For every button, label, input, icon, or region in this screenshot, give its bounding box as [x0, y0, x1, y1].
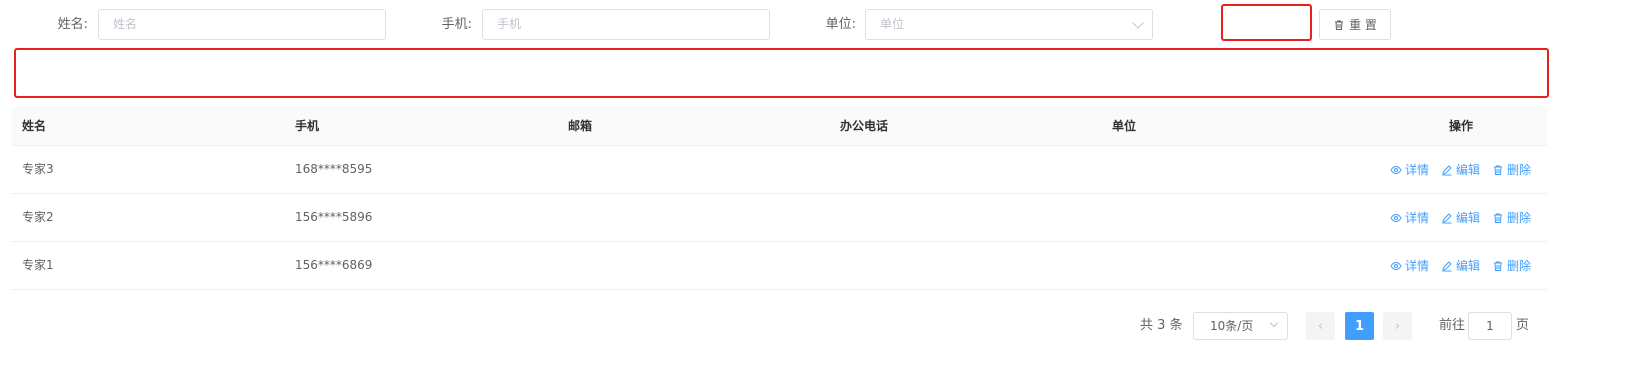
trash-icon	[1493, 165, 1502, 175]
detail-label: 详情	[1404, 211, 1429, 225]
table-body: 专家3 168****8595 详情 编辑 删除 专家2 156****5896 详情 编辑 删除…	[12, 146, 1547, 290]
detail-button[interactable]: 详情	[1390, 209, 1429, 226]
expert-table: 姓名 手机 邮箱 办公电话 单位 操作 专家3 168****8595 详情 编辑 删除…	[12, 107, 1547, 290]
trash-icon	[1335, 20, 1344, 30]
reset-label: 重 置	[1349, 18, 1377, 32]
row-actions: 详情 编辑 删除	[1390, 194, 1531, 241]
delete-label: 删除	[1506, 211, 1531, 225]
phone-label: 手机:	[441, 17, 472, 32]
trash-icon	[1493, 213, 1502, 223]
goto-page-value: 1	[1486, 319, 1494, 333]
cell-phone: 156****5896	[295, 210, 373, 224]
toolbar-area	[14, 48, 1549, 98]
table-header: 姓名 手机 邮箱 办公电话 单位 操作	[12, 107, 1547, 146]
goto-prefix: 前往	[1439, 318, 1466, 333]
unit-label: 单位:	[825, 17, 856, 32]
page-number-label: 1	[1354, 318, 1365, 334]
page-size-value: 10条/页	[1210, 319, 1254, 333]
chevron-right-icon: ›	[1394, 318, 1401, 334]
edit-label: 编辑	[1455, 163, 1480, 177]
goto-page-input[interactable]: 1	[1468, 312, 1512, 340]
phone-input[interactable]: 手机	[482, 9, 770, 40]
table-row: 专家2 156****5896 详情 编辑 删除	[12, 194, 1547, 242]
detail-label: 详情	[1404, 259, 1429, 273]
cell-name: 专家2	[22, 210, 54, 224]
reset-button[interactable]: 重 置	[1319, 9, 1391, 40]
total-count: 共 3 条	[1140, 318, 1183, 333]
search-button[interactable]	[1221, 4, 1312, 41]
unit-placeholder: 单位	[880, 17, 905, 31]
chevron-left-icon: ‹	[1317, 318, 1324, 334]
delete-button[interactable]: 删除	[1492, 161, 1531, 178]
header-email: 邮箱	[568, 119, 593, 133]
row-actions: 详情 编辑 删除	[1390, 242, 1531, 289]
edit-icon	[1442, 212, 1452, 223]
header-name: 姓名	[22, 119, 47, 133]
cell-phone: 168****8595	[295, 162, 373, 176]
header-office-phone: 办公电话	[840, 119, 889, 133]
trash-icon	[1493, 261, 1502, 271]
edit-button[interactable]: 编辑	[1441, 161, 1480, 178]
name-placeholder: 姓名	[113, 17, 138, 31]
name-label: 姓名:	[57, 17, 88, 32]
eye-icon	[1390, 165, 1402, 174]
edit-button[interactable]: 编辑	[1441, 257, 1480, 274]
goto-suffix: 页	[1516, 318, 1530, 333]
table-row: 专家1 156****6869 详情 编辑 删除	[12, 242, 1547, 290]
detail-button[interactable]: 详情	[1390, 161, 1429, 178]
delete-button[interactable]: 删除	[1492, 209, 1531, 226]
page-size-select[interactable]: 10条/页	[1193, 312, 1288, 340]
edit-icon	[1442, 164, 1452, 175]
header-phone: 手机	[295, 119, 320, 133]
unit-select[interactable]: 单位	[865, 9, 1153, 40]
header-actions: 操作	[1449, 119, 1474, 133]
detail-label: 详情	[1404, 163, 1429, 177]
expert-list-page: 姓名: 姓名 手机: 手机 单位: 单位 重 置 姓名 手机 邮箱 办公电话 单…	[0, 0, 1647, 384]
prev-page-button[interactable]: ‹	[1306, 312, 1335, 340]
name-input[interactable]: 姓名	[98, 9, 386, 40]
delete-label: 删除	[1506, 259, 1531, 273]
chevron-down-icon	[1269, 318, 1279, 328]
edit-label: 编辑	[1455, 211, 1480, 225]
pagination: 共 3 条 10条/页 ‹ 1 › 前往 1 页	[0, 312, 1647, 340]
page-number-button[interactable]: 1	[1345, 312, 1374, 340]
next-page-button[interactable]: ›	[1383, 312, 1412, 340]
phone-placeholder: 手机	[497, 17, 522, 31]
eye-icon	[1390, 261, 1402, 270]
row-actions: 详情 编辑 删除	[1390, 146, 1531, 193]
chevron-down-icon	[1132, 17, 1144, 29]
cell-name: 专家1	[22, 258, 54, 272]
table-row: 专家3 168****8595 详情 编辑 删除	[12, 146, 1547, 194]
eye-icon	[1390, 213, 1402, 222]
edit-button[interactable]: 编辑	[1441, 209, 1480, 226]
delete-label: 删除	[1506, 163, 1531, 177]
delete-button[interactable]: 删除	[1492, 257, 1531, 274]
header-unit: 单位	[1112, 119, 1137, 133]
edit-label: 编辑	[1455, 259, 1480, 273]
edit-icon	[1442, 260, 1452, 271]
cell-phone: 156****6869	[295, 258, 373, 272]
detail-button[interactable]: 详情	[1390, 257, 1429, 274]
cell-name: 专家3	[22, 162, 54, 176]
